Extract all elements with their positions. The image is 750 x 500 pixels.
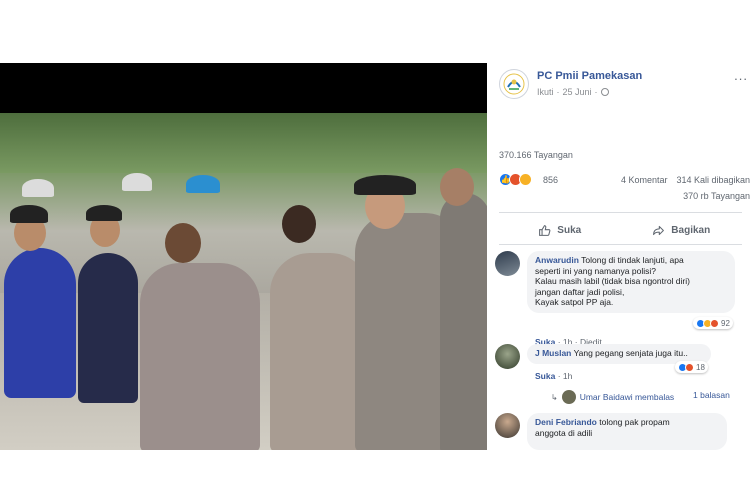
divider [499, 212, 742, 213]
reply-arrow-icon: ↳ [551, 392, 558, 402]
comment-text: jangan daftar jadi polisi, [535, 286, 625, 297]
more-icon[interactable]: ... [734, 68, 748, 83]
share-button[interactable]: Bagikan [621, 218, 743, 242]
video-person-navy-shirt [78, 253, 138, 403]
comment-like-link[interactable]: Suka [535, 371, 555, 381]
shares-count[interactable]: 314 Kali dibagikan [676, 175, 750, 185]
share-arrow-icon [653, 225, 665, 235]
like-button-label: Suka [557, 224, 582, 236]
post-meta: Ikuti · 25 Juni · [537, 87, 609, 97]
video-officer-uniform [140, 263, 260, 450]
reply-summary[interactable]: ↳ Umar Baidawi membalas [551, 390, 674, 404]
comment-text: Tolong di tindak lanjuti, apa [581, 255, 684, 265]
reply-author: Umar Baidawi membalas [579, 392, 675, 402]
comment-text: Yang pegang senjata juga itu.. [573, 348, 688, 358]
reply-avatar [561, 390, 576, 404]
video-person-cap [86, 205, 122, 221]
divider [499, 244, 742, 245]
video-person-cap [354, 175, 416, 195]
follow-link[interactable]: Ikuti [537, 87, 554, 97]
comment-reactions[interactable]: 18 [675, 361, 708, 373]
video-player[interactable] [0, 63, 487, 450]
comment-reaction-count: 92 [721, 318, 730, 328]
pmii-logo-icon [503, 73, 525, 95]
video-person-blue-jacket [4, 248, 76, 398]
video-background-trees [0, 113, 487, 173]
comment-links: Suka · 1h [535, 371, 572, 381]
page-name[interactable]: PC Pmii Pamekasan [537, 70, 642, 82]
comment-author[interactable]: Deni Febriando [535, 417, 597, 427]
reactions-icons[interactable]: 👍 [499, 173, 532, 186]
comment-text: tolong pak propam [599, 417, 670, 427]
meta-separator: · [556, 87, 560, 97]
plays-count: 370 rb Tayangan [683, 191, 750, 201]
commenter-avatar[interactable] [495, 413, 520, 438]
wow-reaction-icon [519, 173, 532, 186]
video-person-head [282, 205, 316, 243]
video-person-background [440, 193, 487, 450]
video-frame-image [0, 113, 487, 450]
thumbs-up-icon [539, 224, 551, 236]
like-button[interactable]: Suka [499, 218, 621, 242]
comment-reaction-count: 18 [696, 362, 705, 372]
reply-count[interactable]: 1 balasan [693, 390, 730, 400]
angry-reaction-icon [710, 318, 719, 328]
page-avatar[interactable] [499, 69, 529, 99]
stats-row: 👍 856 4 Komentar 314 Kali dibagikan [499, 172, 750, 188]
video-person-helmet [22, 179, 54, 197]
comment-reactions[interactable]: 92 [693, 317, 733, 329]
post-header: PC Pmii Pamekasan Ikuti · 25 Juni · ... [491, 63, 750, 111]
post-actions: Suka Bagikan [499, 218, 742, 242]
reaction-count[interactable]: 856 [543, 175, 558, 185]
views-count: 370.166 Tayangan [499, 150, 573, 160]
video-person-cap [10, 205, 48, 223]
post-date[interactable]: 25 Juni [563, 87, 592, 97]
comments-count[interactable]: 4 Komentar [621, 175, 668, 185]
comment-text: Kayak satpol PP aja. [535, 297, 614, 307]
comment-bubble: Anwarudin Tolong di tindak lanjuti, apa … [527, 251, 735, 313]
video-person-head [440, 168, 474, 206]
comment-text: Kalau masih labil (tidak bisa ngontrol d… [535, 276, 690, 286]
comment-author[interactable]: J Muslan [535, 348, 571, 358]
video-person-helmet [122, 173, 152, 191]
video-person-helmet [186, 175, 220, 193]
post-panel: PC Pmii Pamekasan Ikuti · 25 Juni · ... … [491, 63, 750, 450]
share-button-label: Bagikan [671, 224, 711, 236]
comment-time[interactable]: 1h [563, 371, 572, 381]
angry-reaction-icon [685, 362, 694, 372]
comment-author[interactable]: Anwarudin [535, 255, 579, 265]
meta-separator: · [594, 87, 598, 97]
comment-text: anggota di adili [535, 427, 593, 438]
comment-bubble: Deni Febriando tolong pak propam anggota… [527, 413, 727, 450]
commenter-avatar[interactable] [495, 251, 520, 276]
comment-text: seperti ini yang namanya polisi? [535, 265, 656, 276]
video-person-head [165, 223, 201, 263]
commenter-avatar[interactable] [495, 344, 520, 369]
globe-icon [600, 88, 609, 96]
